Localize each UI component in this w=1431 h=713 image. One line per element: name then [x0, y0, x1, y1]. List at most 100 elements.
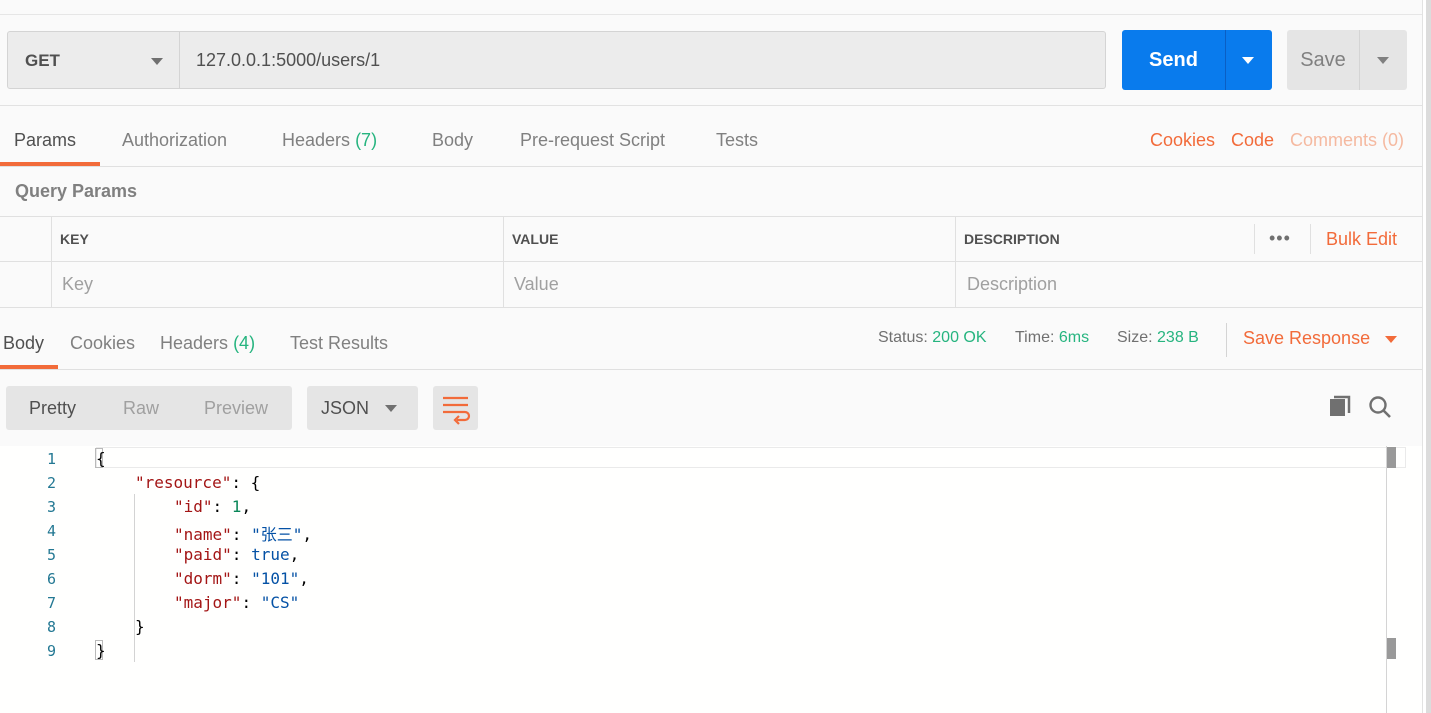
- value-input[interactable]: Value: [514, 274, 559, 295]
- size-meta: Size: 238 B: [1117, 329, 1199, 347]
- json-key: "major": [174, 593, 242, 612]
- line-number: 6: [46, 570, 56, 588]
- response-tab-cookies[interactable]: Cookies: [70, 333, 135, 354]
- json-string: "张三": [251, 525, 303, 544]
- save-divider: [1359, 30, 1360, 90]
- json-punct: :: [241, 593, 261, 612]
- send-divider: [1225, 30, 1226, 90]
- json-key: "resource": [135, 473, 232, 492]
- description-input[interactable]: Description: [967, 274, 1057, 295]
- table-bottom-border: [0, 307, 1422, 308]
- table-header-border: [0, 261, 1422, 262]
- url-input[interactable]: 127.0.0.1:5000/users/1: [180, 31, 1106, 89]
- format-select[interactable]: JSON: [307, 386, 418, 430]
- column-header-key: KEY: [60, 231, 89, 247]
- open-brace: {: [96, 449, 106, 468]
- col-divider: [51, 216, 52, 308]
- json-punct: :: [231, 569, 252, 588]
- format-label: JSON: [321, 398, 370, 418]
- editor-scrollbar-marker: [1387, 447, 1396, 468]
- time-meta: Time: 6ms: [1015, 329, 1089, 347]
- send-button[interactable]: Send: [1122, 30, 1272, 90]
- response-tab-test-results[interactable]: Test Results: [290, 333, 388, 354]
- window-scrollbar-thumb[interactable]: [1426, 0, 1431, 713]
- editor-scrollbar-marker: [1387, 638, 1396, 659]
- col-divider: [503, 216, 504, 308]
- view-mode-raw[interactable]: Raw: [123, 398, 159, 419]
- tab-authorization[interactable]: Authorization: [122, 130, 227, 151]
- line-number: 3: [46, 498, 56, 516]
- line-number: 7: [46, 594, 56, 612]
- code-line: "id": 1,: [174, 497, 251, 516]
- code-link[interactable]: Code: [1231, 130, 1274, 151]
- col-divider: [1310, 224, 1311, 254]
- tab-prerequest-script[interactable]: Pre-request Script: [520, 130, 665, 151]
- send-options-chevron-icon[interactable]: [1242, 57, 1254, 64]
- json-punct: ,: [299, 569, 309, 588]
- json-string: "101": [251, 569, 300, 588]
- code-line: }: [96, 641, 106, 660]
- code-line: {: [96, 449, 106, 468]
- tab-params[interactable]: Params: [14, 130, 76, 151]
- chevron-down-icon: [385, 405, 397, 412]
- table-top-border: [0, 216, 1422, 217]
- tabs-divider: [0, 166, 1422, 167]
- column-header-description: DESCRIPTION: [964, 231, 1060, 247]
- line-number: 5: [46, 546, 56, 564]
- window-scrollbar[interactable]: [1422, 0, 1431, 713]
- more-options-icon[interactable]: •••: [1269, 228, 1291, 249]
- save-options-chevron-icon[interactable]: [1377, 57, 1389, 64]
- save-response-chevron-icon[interactable]: [1385, 336, 1397, 343]
- editor-scrollbar-track[interactable]: [1386, 446, 1387, 713]
- status-value: 200 OK: [932, 329, 987, 346]
- json-key: "paid": [174, 545, 232, 564]
- tab-headers[interactable]: Headers (7): [282, 130, 377, 151]
- response-tab-headers[interactable]: Headers (4): [160, 333, 255, 354]
- view-mode-preview[interactable]: Preview: [204, 398, 268, 419]
- response-tab-body[interactable]: Body: [3, 333, 44, 354]
- json-punct: ,: [289, 545, 300, 564]
- indent-guide: [134, 494, 135, 662]
- top-strip: [0, 0, 1422, 15]
- line-number: 2: [46, 474, 56, 492]
- view-mode-pretty[interactable]: Pretty: [29, 398, 76, 419]
- comments-link[interactable]: Comments (0): [1290, 130, 1404, 151]
- code-line: }: [135, 617, 145, 636]
- search-icon[interactable]: [1368, 394, 1394, 420]
- json-punct: : {: [231, 473, 261, 492]
- close-brace: }: [135, 617, 145, 636]
- tab-tests[interactable]: Tests: [716, 130, 758, 151]
- tab-body[interactable]: Body: [432, 130, 473, 151]
- save-button[interactable]: Save: [1287, 30, 1407, 90]
- method-label: GET: [25, 51, 60, 70]
- close-brace: }: [96, 641, 106, 660]
- method-select[interactable]: GET: [7, 31, 180, 89]
- bulk-edit-link[interactable]: Bulk Edit: [1326, 229, 1397, 250]
- json-punct: ,: [241, 497, 252, 516]
- code-line: "name": "张三",: [174, 521, 312, 545]
- size-label: Size:: [1117, 329, 1153, 346]
- size-value: 238 B: [1157, 329, 1199, 346]
- json-number: 1: [231, 497, 242, 516]
- copy-icon[interactable]: [1328, 394, 1354, 420]
- response-tab-headers-count: (4): [233, 333, 256, 353]
- key-input[interactable]: Key: [62, 274, 93, 295]
- save-response-button[interactable]: Save Response: [1243, 328, 1370, 349]
- code-line: "resource": {: [135, 473, 260, 492]
- status-meta: Status: 200 OK: [878, 329, 987, 347]
- wrap-lines-button[interactable]: [433, 386, 478, 430]
- line-number: 1: [46, 450, 56, 468]
- send-label: Send: [1149, 49, 1198, 71]
- wrap-lines-icon: [443, 396, 471, 425]
- time-value: 6ms: [1058, 329, 1090, 346]
- active-line-highlight: [96, 447, 1406, 468]
- column-header-value: VALUE: [512, 231, 559, 247]
- cookies-link[interactable]: Cookies: [1150, 130, 1215, 151]
- json-punct: :: [231, 525, 252, 544]
- col-divider: [955, 216, 956, 308]
- json-key: "name": [174, 525, 232, 544]
- response-tabs-divider: [0, 369, 1422, 370]
- response-body-editor[interactable]: 1 2 3 4 5 6 7 8 9 { "resource": { "id": …: [0, 446, 1422, 713]
- view-mode-selector: Pretty Raw Preview: [6, 386, 292, 430]
- meta-divider: [1226, 323, 1227, 357]
